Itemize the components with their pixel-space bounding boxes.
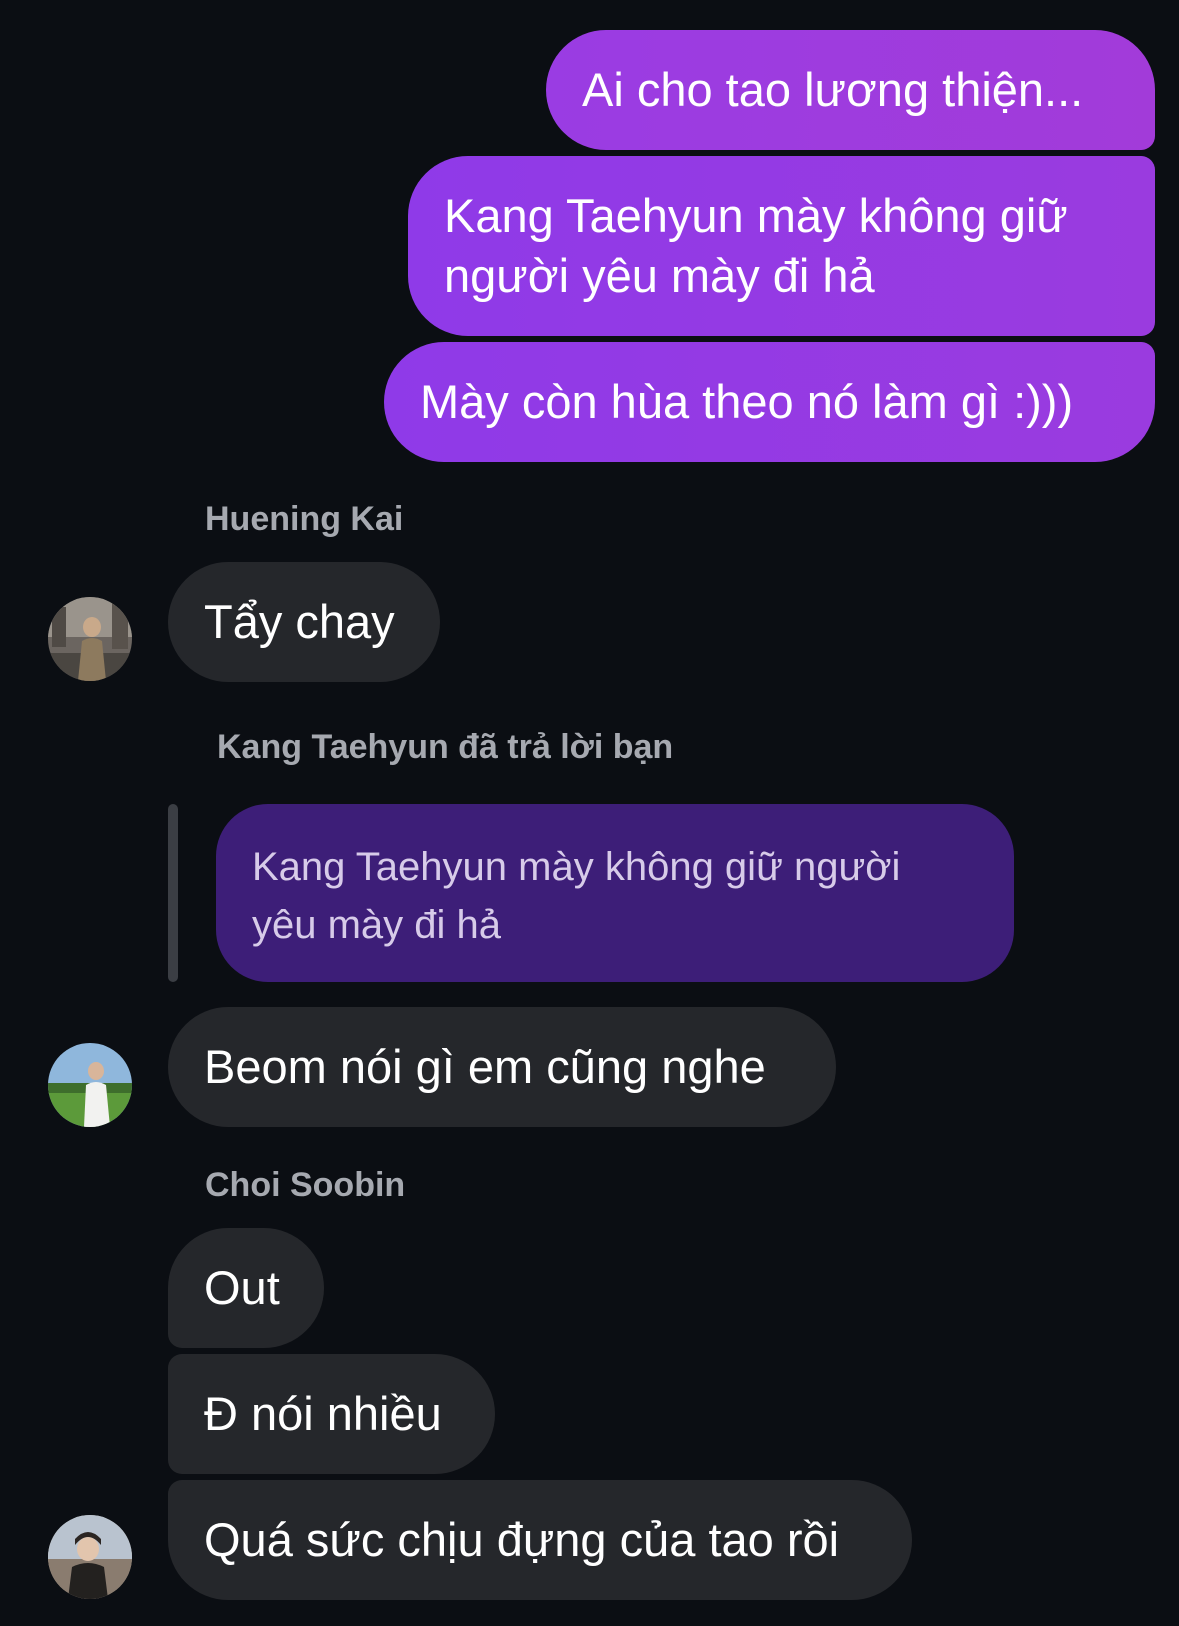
- quoted-text-line: yêu mày đi hả: [252, 903, 502, 947]
- message-text-line: Kang Taehyun mày không giữ: [444, 189, 1068, 242]
- avatar[interactable]: [48, 1515, 132, 1599]
- reply-quoted-message[interactable]: Kang Taehyun mày không giữ người yêu mày…: [216, 804, 1014, 982]
- received-message-bubble[interactable]: Đ nói nhiều: [168, 1354, 495, 1474]
- received-message-bubble[interactable]: Out: [168, 1228, 324, 1348]
- message-text: Beom nói gì em cũng nghe: [204, 1040, 766, 1093]
- message-text: Đ nói nhiều: [204, 1387, 442, 1440]
- received-message-bubble[interactable]: Quá sức chịu đựng của tao rồi: [168, 1480, 912, 1600]
- reply-indicator-bar: [168, 804, 178, 982]
- sent-message-bubble[interactable]: Ai cho tao lương thiện...: [546, 30, 1155, 150]
- message-text-line: người yêu mày đi hả: [444, 249, 875, 302]
- sent-message-bubble[interactable]: Mày còn hùa theo nó làm gì :))): [384, 342, 1155, 462]
- sent-message-bubble[interactable]: Kang Taehyun mày không giữ người yêu mày…: [408, 156, 1155, 336]
- message-text: Out: [204, 1261, 280, 1314]
- received-message-bubble[interactable]: Beom nói gì em cũng nghe: [168, 1007, 836, 1127]
- message-text: Tẩy chay: [204, 595, 395, 648]
- sender-name: Huening Kai: [205, 500, 404, 538]
- received-message-bubble[interactable]: Tẩy chay: [168, 562, 440, 682]
- message-text: Quá sức chịu đựng của tao rồi: [204, 1513, 840, 1566]
- sender-name: Choi Soobin: [205, 1166, 406, 1204]
- avatar[interactable]: [48, 597, 132, 681]
- message-text: Mày còn hùa theo nó làm gì :))): [420, 375, 1074, 428]
- quoted-text-line: Kang Taehyun mày không giữ người: [252, 845, 901, 889]
- message-text: Ai cho tao lương thiện...: [582, 63, 1084, 116]
- reply-label: Kang Taehyun đã trả lời bạn: [217, 728, 674, 766]
- avatar[interactable]: [48, 1043, 132, 1127]
